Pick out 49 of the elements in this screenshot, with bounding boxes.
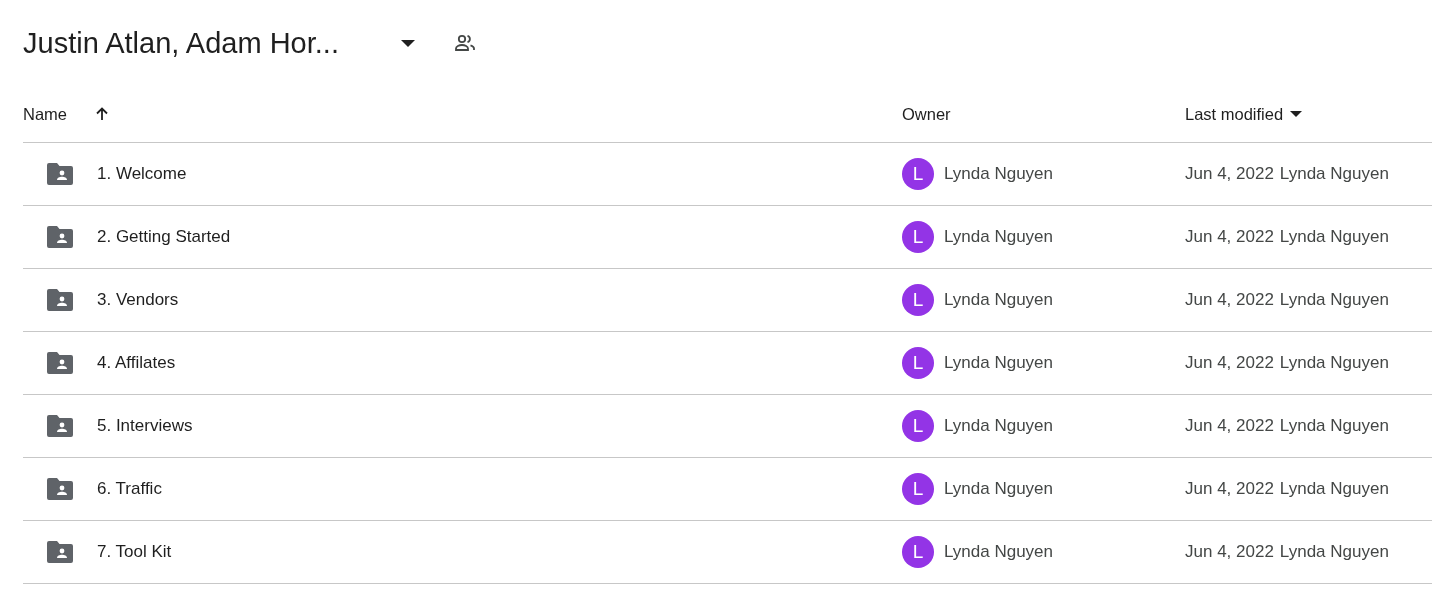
up-arrow-icon[interactable] bbox=[94, 106, 110, 122]
caret-icon[interactable] bbox=[1290, 111, 1303, 117]
shared-folder-icon bbox=[47, 478, 73, 500]
owner-name: Lynda Nguyen bbox=[944, 227, 1053, 247]
folder-name[interactable]: 5. Interviews bbox=[97, 416, 193, 436]
shared-folder-icon bbox=[47, 415, 73, 437]
folder-name[interactable]: 3. Vendors bbox=[97, 290, 179, 310]
shared-folder-icon bbox=[47, 352, 73, 374]
modified-by: Lynda Nguyen bbox=[1279, 479, 1389, 499]
column-header[interactable]: Last modified bbox=[1185, 104, 1284, 124]
shared-folder-icon bbox=[47, 226, 73, 248]
owner-name: Lynda Nguyen bbox=[944, 479, 1053, 499]
column-header[interactable]: Name bbox=[23, 104, 67, 124]
modified-date: Jun 4, 2022 bbox=[1185, 164, 1274, 184]
owner-name: Lynda Nguyen bbox=[944, 542, 1053, 562]
folder-name[interactable]: 6. Traffic bbox=[97, 479, 162, 499]
owner-name: Lynda Nguyen bbox=[944, 164, 1053, 184]
folder-name[interactable]: 7. Tool Kit bbox=[97, 542, 172, 562]
modified-date: Jun 4, 2022 bbox=[1185, 479, 1274, 499]
shared-folder-icon bbox=[47, 541, 73, 563]
avatar: L bbox=[902, 284, 934, 316]
modified-by: Lynda Nguyen bbox=[1279, 227, 1389, 247]
modified-by: Lynda Nguyen bbox=[1279, 416, 1389, 436]
modified-by: Lynda Nguyen bbox=[1279, 290, 1389, 310]
modified-date: Jun 4, 2022 bbox=[1185, 416, 1274, 436]
avatar: L bbox=[902, 347, 934, 379]
shared-folder-icon bbox=[47, 163, 73, 185]
avatar: L bbox=[902, 410, 934, 442]
avatar: L bbox=[902, 158, 934, 190]
modified-date: Jun 4, 2022 bbox=[1185, 542, 1274, 562]
modified-date: Jun 4, 2022 bbox=[1185, 227, 1274, 247]
modified-by: Lynda Nguyen bbox=[1279, 353, 1389, 373]
modified-date: Jun 4, 2022 bbox=[1185, 290, 1274, 310]
owner-name: Lynda Nguyen bbox=[944, 290, 1053, 310]
avatar: L bbox=[902, 473, 934, 505]
modified-by: Lynda Nguyen bbox=[1279, 164, 1389, 184]
owner-name: Lynda Nguyen bbox=[944, 353, 1053, 373]
shared-folder-icon bbox=[47, 289, 73, 311]
avatar: L bbox=[902, 221, 934, 253]
owner-name: Lynda Nguyen bbox=[944, 416, 1053, 436]
column-header[interactable]: Owner bbox=[902, 104, 951, 124]
avatar: L bbox=[902, 536, 934, 568]
modified-by: Lynda Nguyen bbox=[1279, 542, 1389, 562]
folder-name[interactable]: 2. Getting Started bbox=[97, 227, 231, 247]
modified-date: Jun 4, 2022 bbox=[1185, 353, 1274, 373]
folder-title: Justin Atlan, Adam Hor... bbox=[23, 26, 340, 60]
caret-icon[interactable] bbox=[401, 39, 415, 47]
folder-name[interactable]: 1. Welcome bbox=[97, 164, 187, 184]
folder-name[interactable]: 4. Affilates bbox=[97, 353, 176, 373]
